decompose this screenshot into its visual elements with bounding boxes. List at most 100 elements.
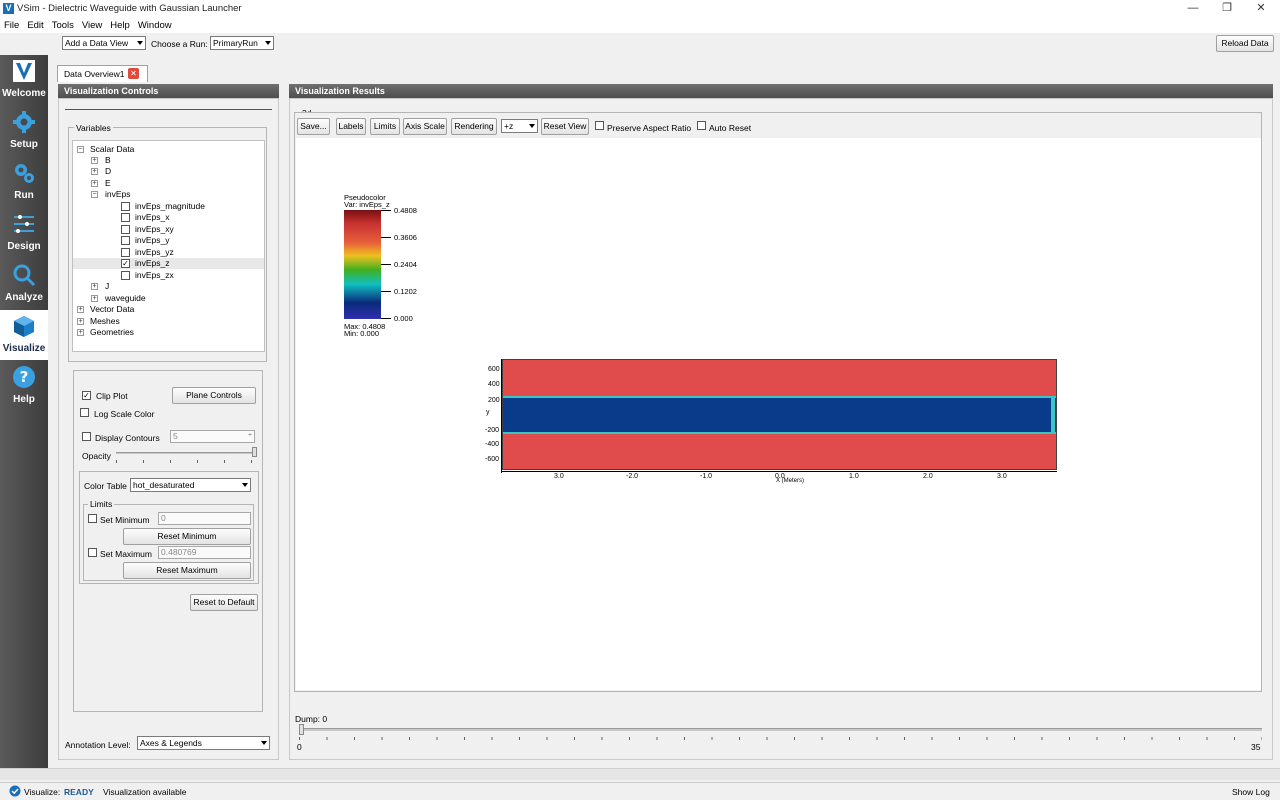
axis-scale-button[interactable]: Axis Scale [403,118,447,135]
color-table-select[interactable]: hot_desaturated [130,478,251,492]
horizontal-scrollbar[interactable] [0,768,1280,780]
nav-label: Setup [10,139,38,150]
limits-button[interactable]: Limits [370,118,400,135]
nav-help[interactable]: ? Help [0,361,48,411]
orientation-select[interactable]: +z [501,119,538,133]
reset-view-button[interactable]: Reset View [541,118,589,135]
clip-plot-checkbox[interactable]: ✓ [82,391,91,400]
tree-label: invEps_xy [135,224,174,234]
opacity-slider-handle[interactable] [252,447,257,457]
annotation-level-select[interactable]: Axes & Legends [137,736,270,750]
results-header: Visualization Results [289,84,1273,98]
contours-value: 5 [173,431,178,441]
tree-label: Meshes [90,316,120,326]
nav-design[interactable]: Design [0,208,48,258]
reload-data-button[interactable]: Reload Data [1216,35,1274,52]
checkbox[interactable] [121,248,130,257]
choose-run-select[interactable]: PrimaryRun [210,36,274,50]
checkbox-checked[interactable]: ✓ [121,259,130,268]
add-data-view-value: Add a Data View [65,38,129,48]
labels-button[interactable]: Labels [336,118,366,135]
checkbox[interactable] [121,213,130,222]
log-scale-label: Log Scale Color [94,409,155,419]
nav-welcome[interactable]: Welcome [0,55,48,105]
collapse-icon[interactable]: − [77,146,84,153]
tab-data-overview[interactable]: Data Overview1 ✕ [57,65,148,82]
display-contours-checkbox[interactable] [82,432,91,441]
set-minimum-checkbox[interactable] [88,514,97,523]
checkbox[interactable] [121,271,130,280]
x-tick-label: 3.0 [997,473,1007,480]
gear-icon [13,111,35,133]
spin-arrows-icon: ÷ [248,432,252,439]
nav-label: Run [14,190,34,201]
preserve-aspect-checkbox[interactable] [595,121,604,130]
run-value: PrimaryRun [213,38,258,48]
checkbox[interactable] [121,236,130,245]
menu-file[interactable]: File [0,17,23,31]
dump-slider-handle[interactable] [299,724,304,735]
save-button[interactable]: Save... [297,118,330,135]
nav-visualize[interactable]: Visualize [0,310,48,360]
variables-tree[interactable]: − Scalar Data + B + D + E − invEps invEps_mag… [72,140,265,352]
opacity-slider[interactable] [116,452,255,454]
close-window-button[interactable]: ✕ [1244,0,1278,17]
set-maximum-label: Set Maximum [100,549,152,559]
nav-analyze[interactable]: Analyze [0,259,48,309]
legend-tick-label: 0.4808 [394,206,417,215]
menu-view[interactable]: View [78,17,106,31]
log-scale-checkbox[interactable] [80,408,89,417]
close-tab-icon[interactable]: ✕ [128,68,139,79]
show-log-button[interactable]: Show Log [1232,787,1270,797]
expand-icon[interactable]: + [91,295,98,302]
legend-var: Var: invEps_z [344,200,390,209]
expand-icon[interactable]: + [91,168,98,175]
x-tick-label: -1.0 [700,473,713,480]
menu-window[interactable]: Window [134,17,176,31]
rendering-button[interactable]: Rendering [451,118,497,135]
set-maximum-checkbox[interactable] [88,548,97,557]
expand-icon[interactable]: + [77,318,84,325]
checkbox[interactable] [121,225,130,234]
auto-reset-checkbox[interactable] [697,121,706,130]
reset-minimum-button[interactable]: Reset Minimum [123,528,251,545]
tree-label: J [105,281,110,291]
expand-icon[interactable]: + [77,329,84,336]
plane-controls-button[interactable]: Plane Controls [172,387,256,404]
add-data-view-select[interactable]: Add a Data View [62,36,146,50]
expand-icon[interactable]: + [91,157,98,164]
expand-icon[interactable]: + [77,306,84,313]
vsim-logo-icon [13,60,35,82]
minimum-field[interactable]: 0 [158,512,251,525]
nav-label: Design [7,241,41,252]
contours-spinbox[interactable]: 5 ÷ [170,430,255,443]
menu-edit[interactable]: Edit [23,17,47,31]
opacity-label: Opacity [82,451,111,461]
nav-run[interactable]: Run [0,157,48,207]
slider-min-label: 0 [297,742,302,752]
legend-tick-label: 0.000 [394,314,413,323]
preserve-aspect-label: Preserve Aspect Ratio [607,123,692,133]
tree-label: invEps_x [135,212,170,222]
reset-maximum-button[interactable]: Reset Maximum [123,562,251,579]
tree-item-inveps-z[interactable]: ✓ invEps_z [73,258,264,269]
toolbar: Add a Data View Choose a Run: PrimaryRun… [48,33,1280,55]
collapse-icon[interactable]: − [91,191,98,198]
variables-label: Variables [74,123,113,133]
legend-tick [381,237,391,238]
maximum-field[interactable]: 0.480769 [158,546,251,559]
nav-setup[interactable]: Setup [0,106,48,156]
tree-label: invEps_y [135,235,170,245]
checkbox[interactable] [121,202,130,211]
menu-help[interactable]: Help [106,17,134,31]
y-axis-label: y [486,409,490,416]
maximize-button[interactable]: ❐ [1210,0,1244,17]
menu-tools[interactable]: Tools [48,17,78,31]
dump-slider[interactable] [299,728,1262,731]
y-tick-label: -600 [485,456,500,463]
window-title: VSim - Dielectric Waveguide with Gaussia… [17,3,242,14]
expand-icon[interactable]: + [91,283,98,290]
reset-to-default-button[interactable]: Reset to Default [190,594,258,611]
minimize-button[interactable]: — [1176,0,1210,17]
expand-icon[interactable]: + [91,180,98,187]
